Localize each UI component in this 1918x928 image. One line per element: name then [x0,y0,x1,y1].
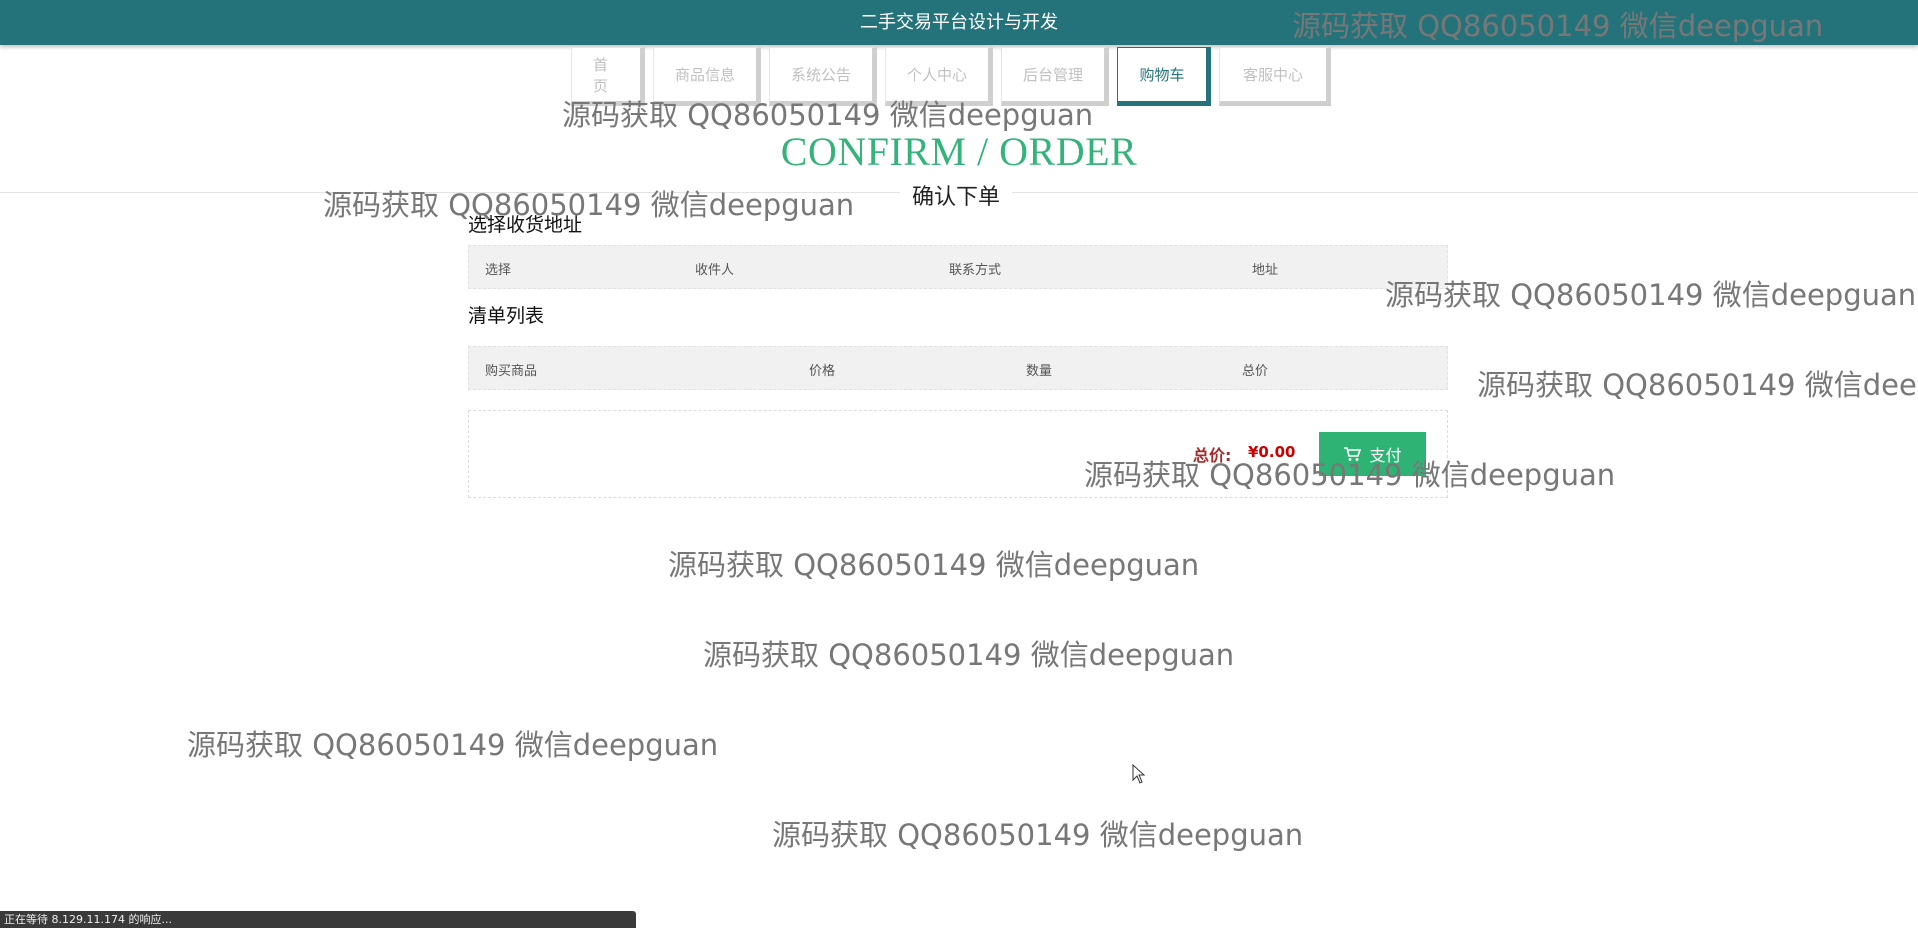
watermark: 源码获取 QQ86050149 微信deepguan [323,188,855,222]
order-summary-box [468,410,1448,498]
cart-icon [1344,447,1362,461]
top-banner: 二手交易平台设计与开发 [0,0,1918,45]
watermark: 源码获取 QQ86050149 微信deepguan [772,818,1304,852]
tab-customer-service[interactable]: 客服中心 [1219,47,1331,106]
tab-products[interactable]: 商品信息 [653,47,761,106]
page-heading-cn: 确认下单 [900,179,1013,211]
tab-home[interactable]: 首页 [571,47,645,106]
items-col-total: 总价 [1242,364,1269,379]
items-table-header: 购买商品 价格 数量 总价 [468,346,1448,390]
total-value: ¥0.00 [1248,443,1296,461]
watermark: 源码获取 QQ86050149 微信deepguan [703,638,1235,672]
watermark: 源码获取 QQ86050149 微信deepguan [1385,278,1917,312]
watermark: 源码获取 QQ86050149 微信deepguan [668,548,1200,582]
address-table-header: 选择 收件人 联系方式 地址 [468,245,1448,289]
address-col-select: 选择 [485,263,512,278]
items-col-product: 购买商品 [485,364,538,379]
address-col-recipient: 收件人 [695,263,735,278]
address-col-contact: 联系方式 [949,263,1002,278]
address-section-label: 选择收货地址 [468,214,583,236]
mouse-cursor-icon [1132,764,1146,784]
watermark: 源码获取 QQ86050149 微信deepguan [187,728,719,762]
page-heading-en: CONFIRM / ORDER [780,129,1138,174]
pay-button[interactable]: 支付 [1319,432,1426,476]
address-col-address: 地址 [1252,263,1279,278]
items-col-quantity: 数量 [1026,364,1053,379]
items-section-label: 清单列表 [468,305,545,327]
pay-button-label: 支付 [1369,448,1402,465]
site-title: 二手交易平台设计与开发 [860,12,1058,33]
main-nav: 首页 商品信息 系统公告 个人中心 后台管理 购物车 客服中心 [571,47,1331,107]
watermark: 源码获取 QQ86050149 微信deepguan [1477,368,1918,402]
tab-admin[interactable]: 后台管理 [1001,47,1109,106]
total-label: 总价: [1193,446,1232,465]
tab-personal-center[interactable]: 个人中心 [885,47,993,106]
items-col-price: 价格 [809,364,836,379]
tab-announcements[interactable]: 系统公告 [769,47,877,106]
tab-cart[interactable]: 购物车 [1117,47,1211,106]
browser-status-bar: 正在等待 8.129.11.174 的响应... [0,911,636,928]
